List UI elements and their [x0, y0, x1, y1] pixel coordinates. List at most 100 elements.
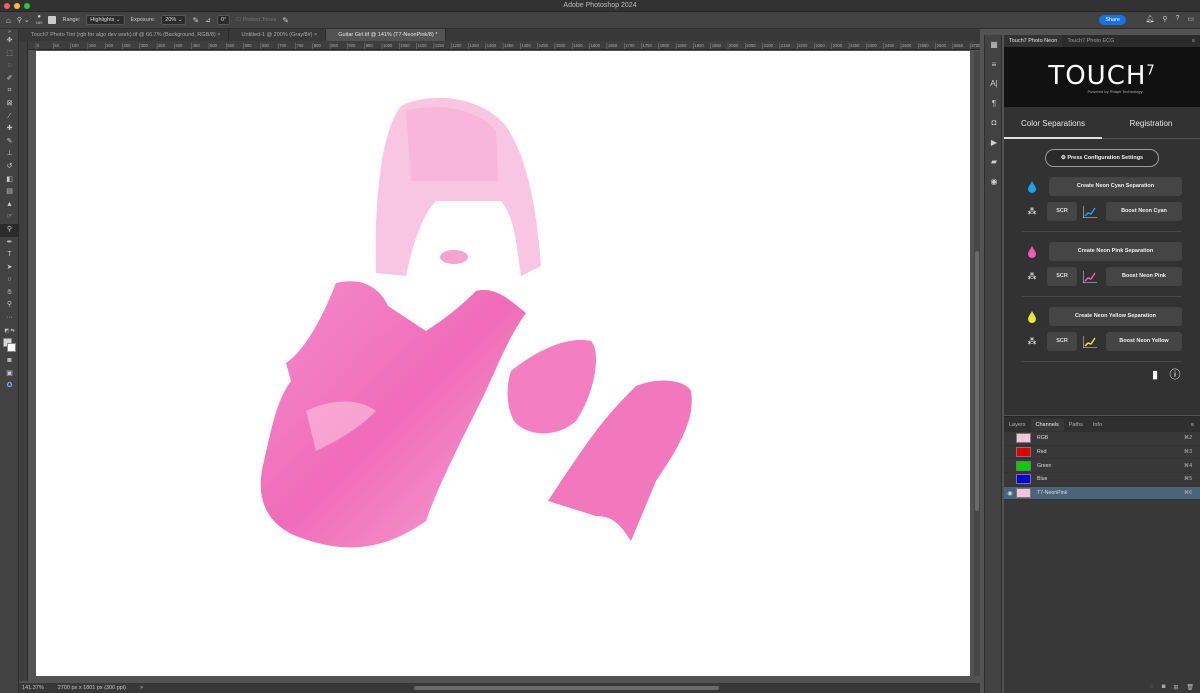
pressure-icon[interactable]: ✎ [282, 16, 289, 25]
hand-tool-icon[interactable]: ✋︎ [0, 287, 19, 300]
create-neon-cyan-button[interactable]: Create Neon Cyan Separation [1049, 177, 1182, 196]
brush-settings-icon[interactable] [48, 16, 57, 24]
zoom-level[interactable]: 141.37% [22, 685, 44, 691]
doc-tab-2[interactable]: Untitled-1 @ 200% (Gray/8#) × [229, 29, 327, 41]
paragraph-icon[interactable]: ¶ [985, 94, 1003, 114]
info-icon[interactable]: ⓘ [1168, 368, 1182, 382]
doc-tab-1[interactable]: Touch7 Photo Tint (rgb for algo dev work… [19, 29, 230, 41]
press-configuration-button[interactable]: ⚙ Press Configuration Settings [1045, 149, 1159, 167]
adjustments-icon[interactable]: ≡ [985, 55, 1003, 75]
shape-tool-icon[interactable]: ○ [0, 274, 19, 287]
channel-row-red[interactable]: Red ⌘3 [1004, 446, 1200, 460]
healing-brush-tool-icon[interactable]: ✚ [0, 123, 19, 136]
share-button[interactable]: Share [1099, 15, 1126, 25]
load-selection-icon[interactable]: ◌ [1150, 684, 1154, 690]
move-tool-icon[interactable]: ✥ [0, 35, 19, 48]
dodge-tool-icon[interactable]: ⚲ [0, 223, 19, 237]
comments-icon[interactable]: ▰ [985, 152, 1003, 172]
clone-stamp-tool-icon[interactable]: ⊥ [0, 148, 19, 161]
eraser-tool-icon[interactable]: ◧ [0, 174, 19, 187]
status-menu-arrow[interactable]: > [140, 685, 143, 691]
type-tool-icon[interactable]: T [0, 249, 19, 262]
boost-neon-yellow-button[interactable]: Boost Neon Yellow [1106, 332, 1182, 351]
history-brush-tool-icon[interactable]: ↺ [0, 161, 19, 174]
libraries-icon[interactable]: ▦ [985, 35, 1003, 55]
magic-wand-icon[interactable]: ⁂ [1025, 206, 1039, 217]
lasso-tool-icon[interactable]: ◌ [0, 60, 19, 73]
close-tab-icon[interactable]: × [314, 32, 317, 38]
boost-neon-cyan-button[interactable]: Boost Neon Cyan [1106, 202, 1182, 221]
actions-icon[interactable]: ▶ [985, 133, 1003, 153]
cyan-curve-icon[interactable] [1083, 205, 1097, 218]
vertical-scroll-thumb[interactable] [975, 251, 979, 511]
color-swatches-icon[interactable] [0, 337, 19, 355]
blur-tool-icon[interactable]: ▲ [0, 199, 19, 212]
crop-tool-icon[interactable]: ⌗ [0, 85, 19, 98]
panel-menu-icon[interactable]: ≡ [1187, 35, 1200, 47]
channel-row-blue[interactable]: Blue ⌘5 [1004, 473, 1200, 487]
create-neon-yellow-button[interactable]: Create Neon Yellow Separation [1049, 307, 1182, 326]
pen-tool-icon[interactable]: ✒ [0, 237, 19, 250]
dodge-tool-preset-icon[interactable]: ⚲ ⌄ [17, 16, 30, 24]
horizontal-scroll-thumb[interactable] [414, 686, 719, 690]
tab-touch7-photo-ecg[interactable]: Touch7 Photo ECG [1062, 35, 1119, 47]
help-icon[interactable]: ? [1175, 15, 1179, 23]
smudge-tool-icon[interactable]: ☞ [0, 211, 19, 224]
channel-row-t7-neonpink[interactable]: ◉ T7-NeonPink ⌘6 [1004, 486, 1200, 501]
exposure-input[interactable]: 20% ⌄ [161, 15, 187, 25]
default-colors-icon[interactable]: ◩ ⇆ [0, 325, 19, 338]
angle-input[interactable]: 0° [217, 15, 231, 25]
delete-channel-icon[interactable]: 🗑︎ [1186, 684, 1194, 691]
save-selection-icon[interactable]: ◙ [1162, 684, 1166, 690]
brush-size-icon[interactable]: ● 150 [36, 14, 43, 25]
tab-layers[interactable]: Layers [1004, 419, 1031, 431]
tab-touch7-photo-neon[interactable]: Touch7 Photo Neon [1004, 35, 1063, 47]
pink-curve-icon[interactable] [1083, 270, 1097, 283]
quick-selection-tool-icon[interactable]: ✐ [0, 73, 19, 86]
tab-color-separations[interactable]: Color Separations [1004, 115, 1102, 139]
eye-icon[interactable]: ◉ [1004, 490, 1016, 497]
image-canvas[interactable] [36, 51, 970, 676]
close-tab-icon[interactable]: × [217, 32, 220, 38]
character-icon[interactable]: A| [985, 74, 1003, 94]
range-select[interactable]: Highlights ⌄ [86, 15, 125, 25]
pink-scr-button[interactable]: SCR [1047, 267, 1077, 286]
create-neon-pink-button[interactable]: Create Neon Pink Separation [1049, 242, 1182, 261]
yellow-scr-button[interactable]: SCR [1047, 332, 1077, 351]
doc-tab-3[interactable]: Guitar Girl.tif @ 141% (T7-NeonPink/8) * [326, 29, 447, 41]
generative-icon[interactable]: ✪ [0, 380, 19, 393]
tab-info[interactable]: Info [1088, 419, 1107, 431]
search-icon[interactable]: ⚲ [1162, 15, 1167, 23]
brush-tool-icon[interactable]: ✎ [0, 136, 19, 149]
eyedropper-tool-icon[interactable]: ⁄ [0, 111, 19, 124]
manual-book-icon[interactable]: ▮ [1148, 368, 1162, 382]
home-icon[interactable]: ⌂ [6, 16, 11, 25]
angle-icon[interactable]: ⊿ [205, 16, 211, 24]
screen-mode-icon[interactable]: ▣ [0, 368, 19, 381]
tab-registration[interactable]: Registration [1102, 115, 1200, 139]
airbrush-icon[interactable]: ✎ [192, 16, 199, 25]
magic-wand-icon[interactable]: ⁂ [1025, 271, 1039, 282]
new-channel-icon[interactable]: ⊞ [1173, 684, 1178, 691]
gradient-tool-icon[interactable]: ▤ [0, 186, 19, 199]
frame-tool-icon[interactable]: ⊠ [0, 98, 19, 111]
vertical-scrollbar[interactable] [974, 51, 980, 676]
channel-row-green[interactable]: Green ⌘4 [1004, 459, 1200, 474]
protect-tones-checkbox[interactable]: ☐ Protect Tones [236, 17, 276, 23]
channel-row-rgb[interactable]: RGB ⌘2 [1004, 432, 1200, 446]
cyan-scr-button[interactable]: SCR [1047, 202, 1077, 221]
magic-wand-icon[interactable]: ⁂ [1025, 336, 1039, 347]
boost-neon-pink-button[interactable]: Boost Neon Pink [1106, 267, 1182, 286]
plugins-icon[interactable]: ◘ [985, 113, 1003, 133]
edit-toolbar-icon[interactable]: ··· [0, 312, 19, 325]
marquee-tool-icon[interactable]: ⬚ [0, 48, 19, 61]
channels-menu-icon[interactable]: ≡ [1191, 422, 1200, 428]
workspace-icon[interactable]: ▭ [1187, 15, 1194, 23]
zoom-tool-icon[interactable]: ⚲ [0, 299, 19, 312]
tab-channels[interactable]: Channels [1030, 418, 1064, 431]
tab-paths[interactable]: Paths [1064, 419, 1088, 431]
path-selection-tool-icon[interactable]: ➤ [0, 262, 19, 275]
yellow-curve-icon[interactable] [1083, 335, 1097, 348]
touch7-extension-icon[interactable]: ◉ [985, 172, 1003, 192]
notifications-icon[interactable]: 🔔︎ [1145, 15, 1154, 23]
